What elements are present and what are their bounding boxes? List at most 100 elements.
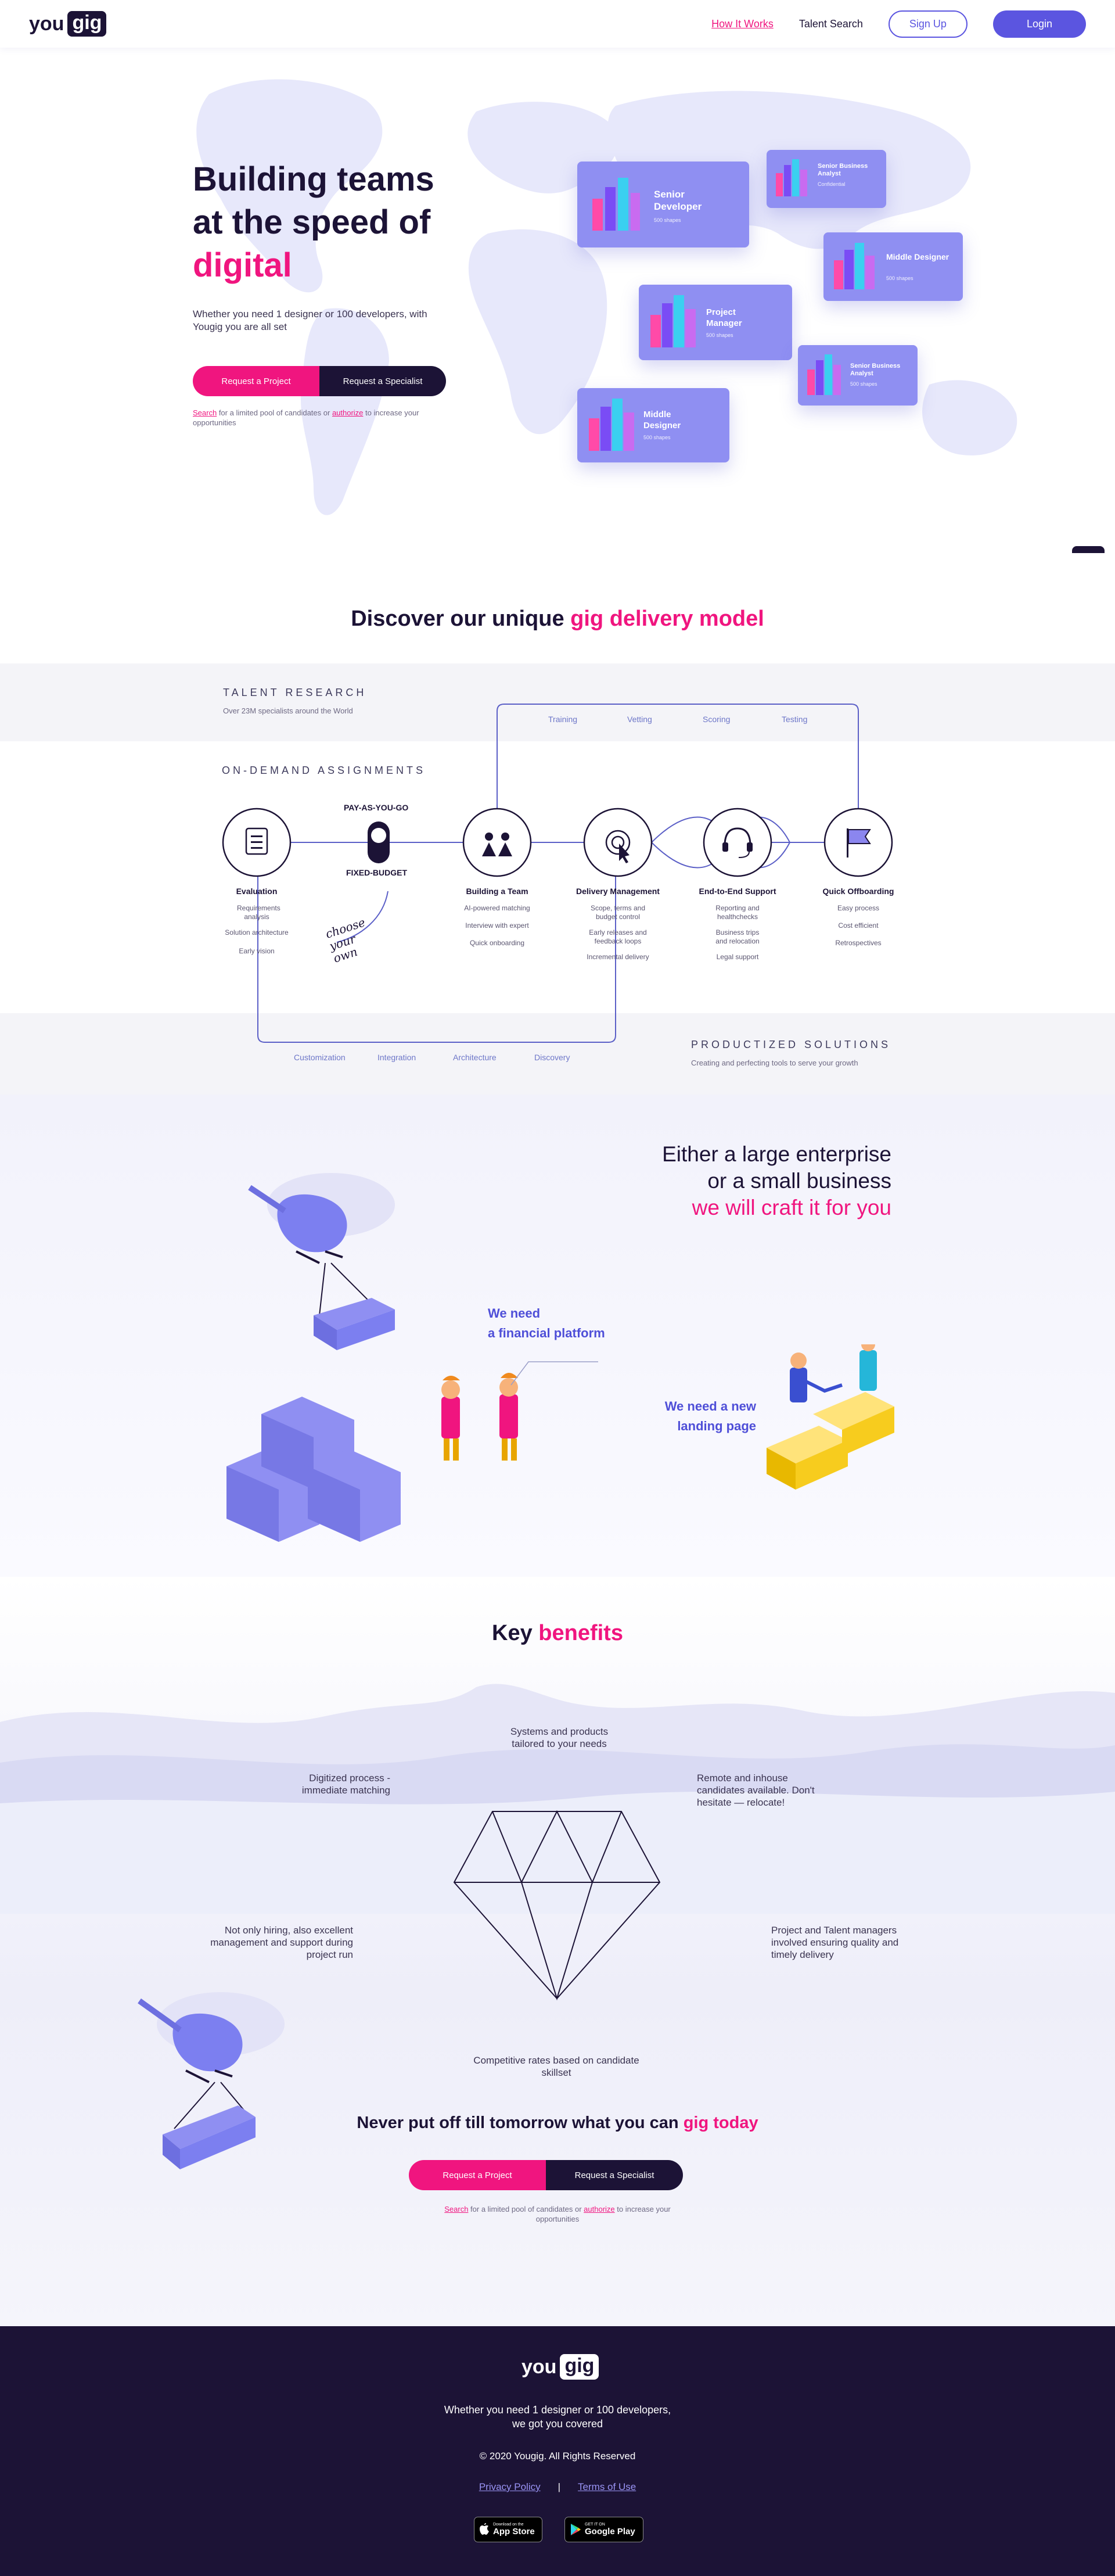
- delivery-model: TALENT RESEARCH Over 23M specialists aro…: [0, 663, 1115, 1095]
- main-nav: How It Works Talent Search Sign Up Login: [711, 10, 1086, 38]
- benefits-title-accent: benefits: [538, 1621, 623, 1645]
- footer-links: Privacy Policy | Terms of Use: [0, 2481, 1115, 2493]
- job-card[interactable]: Project Manager 500 shapes: [639, 285, 792, 360]
- app-store-big: App Store: [493, 2527, 535, 2536]
- benefit-tailored: Systems and products tailored to your ne…: [510, 1726, 609, 1749]
- enterprise-section: Either a large enterprise or a small bus…: [0, 1095, 1115, 1577]
- hero-note-mid: for a limited pool of candidates or: [217, 408, 332, 417]
- stage-item: Business trips and relocation: [715, 928, 760, 945]
- hero-title-line1: Building teams: [193, 160, 434, 198]
- enterprise-accent: we will craft it for you: [692, 1196, 891, 1219]
- nav-talent-search[interactable]: Talent Search: [799, 18, 863, 30]
- hero-title-accent: digital: [193, 246, 292, 284]
- authorize-link-bottom[interactable]: authorize: [584, 2205, 614, 2213]
- app-store-badge[interactable]: Download on the App Store: [474, 2517, 542, 2542]
- chart-bars-icon: [650, 295, 696, 347]
- enterprise-title: Either a large enterprise or a small bus…: [662, 1141, 891, 1221]
- hero-note: Search for a limited pool of candidates …: [193, 408, 448, 428]
- stage-title-end-to-end: End-to-End Support: [699, 887, 776, 896]
- job-card-meta: 500 shapes: [643, 435, 671, 440]
- chat-button[interactable]: [1072, 546, 1105, 553]
- request-project-button[interactable]: Request a Project: [193, 366, 319, 396]
- job-card-meta: 500 shapes: [886, 275, 913, 281]
- footer-separator: |: [558, 2481, 561, 2492]
- job-card-title: Project Manager: [706, 307, 742, 328]
- job-card-meta: 500 shapes: [706, 332, 733, 338]
- request-specialist-button-bottom[interactable]: Request a Specialist: [546, 2160, 683, 2190]
- yougig-logo[interactable]: you gig: [29, 11, 107, 37]
- job-card[interactable]: Middle Designer 500 shapes: [823, 232, 963, 301]
- cta-note-mid: for a limited pool of candidates or: [468, 2205, 584, 2213]
- request-project-button-bottom[interactable]: Request a Project: [409, 2160, 546, 2190]
- google-play-icon: [571, 2524, 581, 2535]
- google-play-badge[interactable]: GET IT ON Google Play: [564, 2517, 643, 2542]
- job-card-title: Middle Designer: [643, 410, 681, 430]
- job-card[interactable]: Senior Business Analyst 500 shapes: [798, 345, 918, 406]
- app-store-badges: Download on the App Store GET IT ON Goog…: [474, 2517, 643, 2542]
- job-card-title: Senior Business Analyst: [850, 363, 901, 377]
- site-footer: you gig Whether you need 1 designer or 1…: [0, 2326, 1115, 2576]
- benefits-title: Key benefits: [0, 1621, 1115, 1646]
- hero-title-line2: at the speed of: [193, 203, 431, 241]
- privacy-policy-link[interactable]: Privacy Policy: [479, 2481, 541, 2493]
- search-link[interactable]: Search: [193, 408, 217, 417]
- loop-label-testing: Testing: [782, 715, 808, 724]
- speech2-line2: landing page: [677, 1419, 756, 1433]
- hero-subtitle: Whether you need 1 designer or 100 devel…: [193, 308, 427, 332]
- logo-you: you: [29, 12, 64, 35]
- enterprise-line1: Either a large enterprise: [662, 1142, 891, 1166]
- footer-logo[interactable]: you gig: [521, 2354, 599, 2380]
- fixed-budget-label: FIXED-BUDGET: [346, 868, 407, 877]
- stage-title-evaluation: Evaluation: [236, 887, 278, 896]
- hero-title: Building teams at the speed of digital: [193, 158, 495, 287]
- logo-gig: gig: [67, 11, 107, 37]
- sign-up-button[interactable]: Sign Up: [888, 10, 967, 38]
- speech1-line2: a financial platform: [488, 1326, 605, 1340]
- benefits-title-text: Key: [492, 1621, 539, 1645]
- stage-item: Reporting and healthchecks: [715, 904, 760, 921]
- stage-item: AI-powered matching: [464, 904, 530, 912]
- request-specialist-button[interactable]: Request a Specialist: [319, 366, 446, 396]
- benefit-rates: Competitive rates based on candidate ski…: [473, 2055, 639, 2078]
- cta-title: Never put off till tomorrow what you can…: [0, 2114, 1115, 2133]
- stage-item: Scope, terms and budget control: [590, 904, 646, 921]
- job-card[interactable]: Senior Developer 500 shapes: [577, 162, 749, 247]
- stage-item: Quick onboarding: [469, 939, 525, 947]
- terms-of-use-link[interactable]: Terms of Use: [578, 2481, 636, 2493]
- authorize-link[interactable]: authorize: [332, 408, 363, 417]
- benefit-remote: Remote and inhouse candidates available.…: [697, 1773, 815, 1808]
- login-button[interactable]: Login: [992, 10, 1086, 38]
- job-card-meta: 500 shapes: [654, 217, 681, 223]
- pay-as-you-go-label: PAY-AS-YOU-GO: [344, 803, 409, 812]
- apple-icon: [480, 2523, 489, 2535]
- stage-item: Requirements analysis: [237, 904, 280, 921]
- speech-landing-page: We need a new landing page: [659, 1397, 756, 1436]
- chart-bars-icon: [776, 159, 807, 196]
- nav-how-it-works[interactable]: How It Works: [711, 18, 774, 30]
- google-play-big: Google Play: [585, 2527, 635, 2536]
- chart-bars-icon: [589, 399, 634, 451]
- job-card[interactable]: Senior Business Analyst Confidential: [767, 150, 886, 208]
- speech-financial-platform: We need a financial platform: [488, 1304, 605, 1343]
- search-link-bottom[interactable]: Search: [444, 2205, 468, 2213]
- discover-title-text: Discover our unique: [351, 607, 571, 631]
- benefits-section: Key benefits Systems and products tailor…: [0, 1577, 1115, 2326]
- job-card-title: Senior Developer: [654, 189, 702, 212]
- job-card[interactable]: Middle Designer 500 shapes: [577, 388, 729, 462]
- stage-item: Cost efficient: [838, 921, 879, 930]
- loop-label-discovery: Discovery: [534, 1053, 570, 1062]
- job-cards: Senior Developer 500 shapes Senior Busin…: [575, 150, 981, 483]
- stage-item: Interview with expert: [465, 921, 529, 930]
- stage-item: Easy process: [837, 904, 880, 912]
- hero-text: Building teams at the speed of digital W…: [193, 158, 495, 428]
- stage-item: Early releases and feedback loops: [589, 928, 647, 945]
- footer-logo-you: you: [521, 2355, 557, 2378]
- enterprise-line2: or a small business: [707, 1169, 891, 1193]
- cta-title-text: Never put off till tomorrow what you can: [357, 2114, 684, 2132]
- benefit-managers: Project and Talent managers involved ens…: [771, 1925, 899, 1960]
- benefit-digitized: Digitized process - immediate matching: [301, 1773, 390, 1796]
- stage-title-delivery-management: Delivery Management: [576, 887, 660, 896]
- stage-item: Incremental delivery: [587, 953, 649, 961]
- stage-item: Solution architecture: [225, 928, 289, 937]
- footer-logo-gig: gig: [560, 2354, 599, 2380]
